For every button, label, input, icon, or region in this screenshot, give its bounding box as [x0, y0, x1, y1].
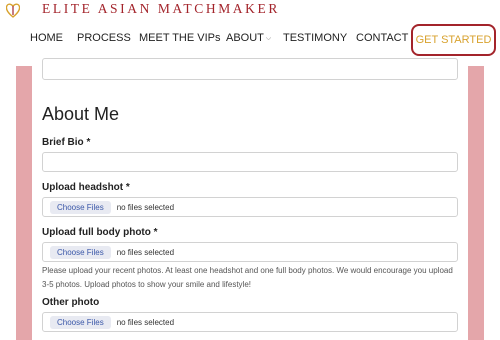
brief-bio-input[interactable]: [42, 152, 458, 172]
full-body-file-input[interactable]: Choose Files no files selected: [42, 242, 458, 262]
nav-contact[interactable]: CONTACT: [356, 32, 408, 45]
heart-logo-icon[interactable]: [6, 2, 20, 18]
nav-meet-the-vips[interactable]: MEET THE VIPs: [139, 32, 221, 45]
nav-process[interactable]: PROCESS: [77, 32, 131, 45]
nav-about[interactable]: ABOUT ⌵: [226, 32, 271, 45]
previous-field[interactable]: [42, 58, 458, 80]
headshot-choose-files-button[interactable]: Choose Files: [50, 200, 111, 214]
get-started-button[interactable]: GET STARTED: [411, 24, 496, 56]
site-header: ELITE ASIAN MATCHMAKER HOME PROCESS MEET…: [0, 0, 500, 66]
headshot-no-files-text: no files selected: [116, 202, 175, 212]
nav-testimony[interactable]: TESTIMONY: [283, 32, 347, 45]
other-photo-choose-files-button[interactable]: Choose Files: [50, 315, 111, 329]
photo-help-text: Please upload your recent photos. At lea…: [42, 266, 453, 289]
other-photo-label: Other photo: [42, 297, 100, 308]
nav-home[interactable]: HOME: [30, 32, 63, 45]
other-photo-no-files-text: no files selected: [116, 317, 175, 327]
full-body-choose-files-button[interactable]: Choose Files: [50, 245, 111, 259]
headshot-file-input[interactable]: Choose Files no files selected: [42, 197, 458, 217]
full-body-label: Upload full body photo *: [42, 227, 158, 238]
section-title: About Me: [42, 104, 120, 124]
nav-about-label: ABOUT: [226, 32, 264, 44]
brand-name[interactable]: ELITE ASIAN MATCHMAKER: [42, 1, 280, 17]
brief-bio-label: Brief Bio *: [42, 137, 91, 148]
full-body-no-files-text: no files selected: [116, 247, 175, 257]
chevron-down-icon: ⌵: [265, 35, 272, 42]
other-photo-file-input[interactable]: Choose Files no files selected: [42, 312, 458, 332]
headshot-label: Upload headshot *: [42, 182, 130, 193]
